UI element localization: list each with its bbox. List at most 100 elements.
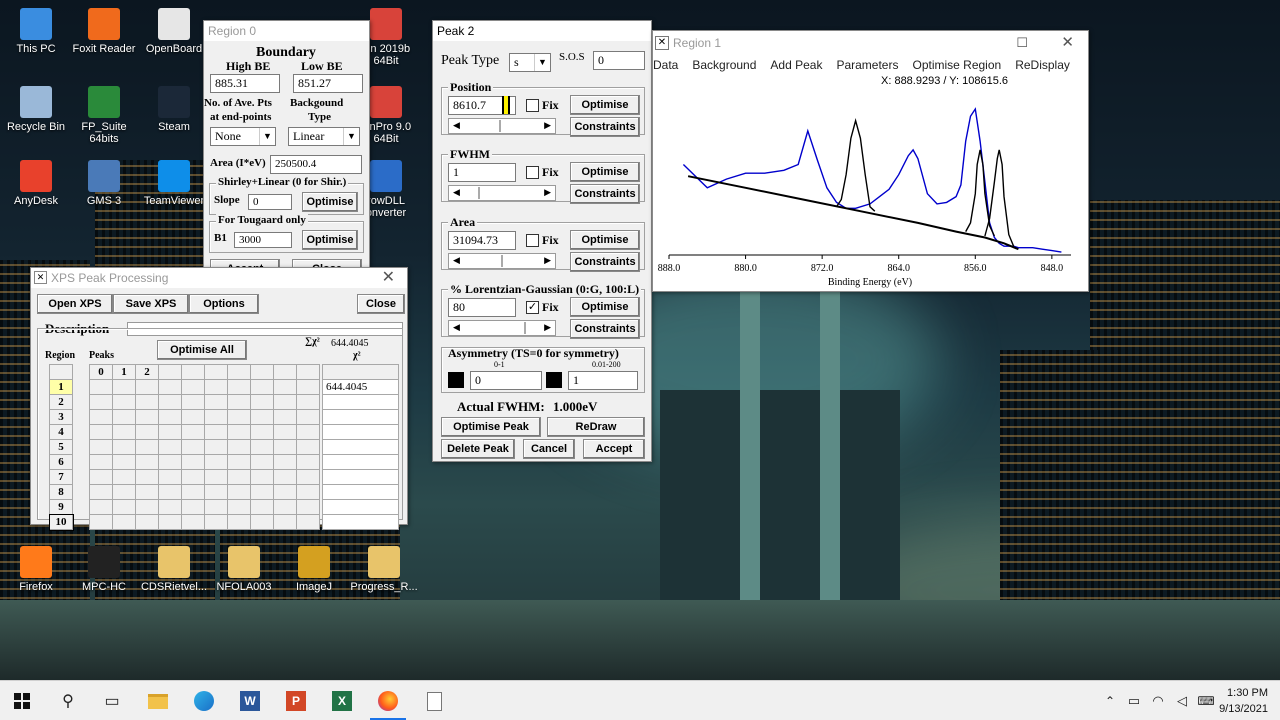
desktop-icon[interactable]: Firefox xyxy=(0,546,72,593)
peak-cell[interactable] xyxy=(158,469,182,485)
peak-cell[interactable] xyxy=(158,499,182,515)
peak-cell[interactable] xyxy=(296,439,320,455)
peak-cell[interactable] xyxy=(112,454,136,470)
keyboard-icon[interactable]: ⌨ xyxy=(1194,689,1218,713)
peak-cell[interactable] xyxy=(158,409,182,425)
peak-cell[interactable] xyxy=(296,409,320,425)
desktop-icon[interactable]: Progress_R... xyxy=(348,546,420,593)
peak-cell[interactable] xyxy=(158,439,182,455)
peak-cell[interactable] xyxy=(227,379,251,395)
fwhm-fix-checkbox[interactable] xyxy=(526,166,539,179)
peak-cell[interactable] xyxy=(273,454,297,470)
menu-item[interactable]: Optimise Region xyxy=(912,58,1001,72)
peak-cell[interactable] xyxy=(135,469,159,485)
peak-cell[interactable] xyxy=(273,484,297,500)
peak-cell[interactable] xyxy=(250,514,274,530)
slider-thumb[interactable] xyxy=(501,255,503,267)
peak-cell[interactable] xyxy=(250,424,274,440)
close-icon[interactable]: ✕ xyxy=(382,268,395,288)
menu-item[interactable]: Parameters xyxy=(836,58,898,72)
xps-spectrum-chart[interactable]: 888.0 880.0 872.0 864.0 856.0 848.0 Binding En… xyxy=(653,89,1088,289)
peak-cell[interactable] xyxy=(181,454,205,470)
position-constraints-button[interactable]: Constraints xyxy=(570,117,640,137)
peak-cell[interactable] xyxy=(158,484,182,500)
slider-left-arrow-icon[interactable]: ◀ xyxy=(453,255,460,266)
region-number[interactable]: 4 xyxy=(49,424,73,440)
peak-cell[interactable] xyxy=(227,454,251,470)
menu-item[interactable]: ReDisplay xyxy=(1015,58,1070,72)
slider-thumb[interactable] xyxy=(478,187,481,199)
desktop-icon[interactable]: NFOLA003 xyxy=(208,546,280,593)
peak-cell[interactable] xyxy=(204,439,228,455)
peak-cell[interactable] xyxy=(227,394,251,410)
peak-cell[interactable] xyxy=(250,409,274,425)
region-number[interactable]: 2 xyxy=(49,394,73,410)
peak-cell[interactable] xyxy=(296,424,320,440)
peak-col-header[interactable] xyxy=(227,364,251,380)
peak-cell[interactable] xyxy=(89,514,113,530)
file-explorer-icon[interactable] xyxy=(146,689,170,713)
lg-optimise-button[interactable]: Optimise xyxy=(570,297,640,317)
peak-cell[interactable] xyxy=(89,424,113,440)
desktop-icon[interactable]: ImageJ xyxy=(278,546,350,593)
desktop-icon[interactable]: TeamViewer xyxy=(138,160,210,207)
fwhm-input[interactable]: 1 xyxy=(448,163,516,182)
area-fix-checkbox[interactable] xyxy=(526,234,539,247)
peak-cell[interactable] xyxy=(204,424,228,440)
peak-col-header[interactable] xyxy=(204,364,228,380)
slope-input[interactable]: 0 xyxy=(248,194,292,210)
volume-icon[interactable]: ◁ xyxy=(1170,689,1194,713)
slider-right-arrow-icon[interactable]: ▶ xyxy=(544,187,551,198)
peak-cell[interactable] xyxy=(204,394,228,410)
slider-thumb[interactable] xyxy=(499,120,502,132)
position-optimise-button[interactable]: Optimise xyxy=(570,95,640,115)
peak-col-header[interactable] xyxy=(181,364,205,380)
peak-cell[interactable] xyxy=(273,439,297,455)
peak-cell[interactable] xyxy=(250,439,274,455)
desktop-icon[interactable]: CDSRietvel... xyxy=(138,546,210,593)
peak-cell[interactable] xyxy=(181,394,205,410)
b1-optimise-button[interactable]: Optimise xyxy=(302,230,358,250)
slider-right-arrow-icon[interactable]: ▶ xyxy=(544,322,551,333)
peak-cell[interactable] xyxy=(135,484,159,500)
peak-cell[interactable] xyxy=(296,484,320,500)
area-input[interactable]: 250500.4 xyxy=(270,155,362,174)
peak-cell[interactable] xyxy=(112,439,136,455)
menu-item[interactable]: Data xyxy=(653,58,678,72)
peak-cell[interactable] xyxy=(273,514,297,530)
peak-cell[interactable] xyxy=(181,424,205,440)
peak-cell[interactable] xyxy=(181,439,205,455)
region-number[interactable]: 6 xyxy=(49,454,73,470)
region-number[interactable]: 8 xyxy=(49,484,73,500)
peak-cell[interactable] xyxy=(227,499,251,515)
xps-close-button[interactable]: Close xyxy=(357,294,405,314)
peak-cell[interactable] xyxy=(296,499,320,515)
peak-cell[interactable] xyxy=(181,499,205,515)
peak-cell[interactable] xyxy=(112,469,136,485)
peak-cell[interactable] xyxy=(227,484,251,500)
peak-cell[interactable] xyxy=(250,469,274,485)
asym-color-swatch-1[interactable] xyxy=(448,372,464,388)
powerpoint-icon[interactable]: P xyxy=(284,689,308,713)
peak-cell[interactable] xyxy=(204,409,228,425)
slider-right-arrow-icon[interactable]: ▶ xyxy=(544,255,551,266)
region-number[interactable]: 9 xyxy=(49,499,73,515)
peak-cell[interactable] xyxy=(135,439,159,455)
maximize-icon[interactable]: ☐ xyxy=(1016,31,1028,55)
task-view-icon[interactable]: ▭ xyxy=(100,689,124,713)
peak-cell[interactable] xyxy=(181,379,205,395)
peak-cell[interactable] xyxy=(227,424,251,440)
peak-col-header[interactable]: 1 xyxy=(112,364,136,380)
firefox-taskbar-icon[interactable] xyxy=(376,689,400,713)
peak-cell[interactable] xyxy=(135,454,159,470)
peak-cell[interactable] xyxy=(158,454,182,470)
peak-cell[interactable] xyxy=(250,454,274,470)
peak-col-header[interactable] xyxy=(273,364,297,380)
peak-cell[interactable] xyxy=(158,514,182,530)
delete-peak-button[interactable]: Delete Peak xyxy=(441,439,515,459)
peak-cell[interactable] xyxy=(227,409,251,425)
slider-left-arrow-icon[interactable]: ◀ xyxy=(453,120,460,131)
peak-cell[interactable] xyxy=(89,499,113,515)
region-number[interactable]: 7 xyxy=(49,469,73,485)
chevron-down-icon[interactable]: ▼ xyxy=(259,128,275,145)
